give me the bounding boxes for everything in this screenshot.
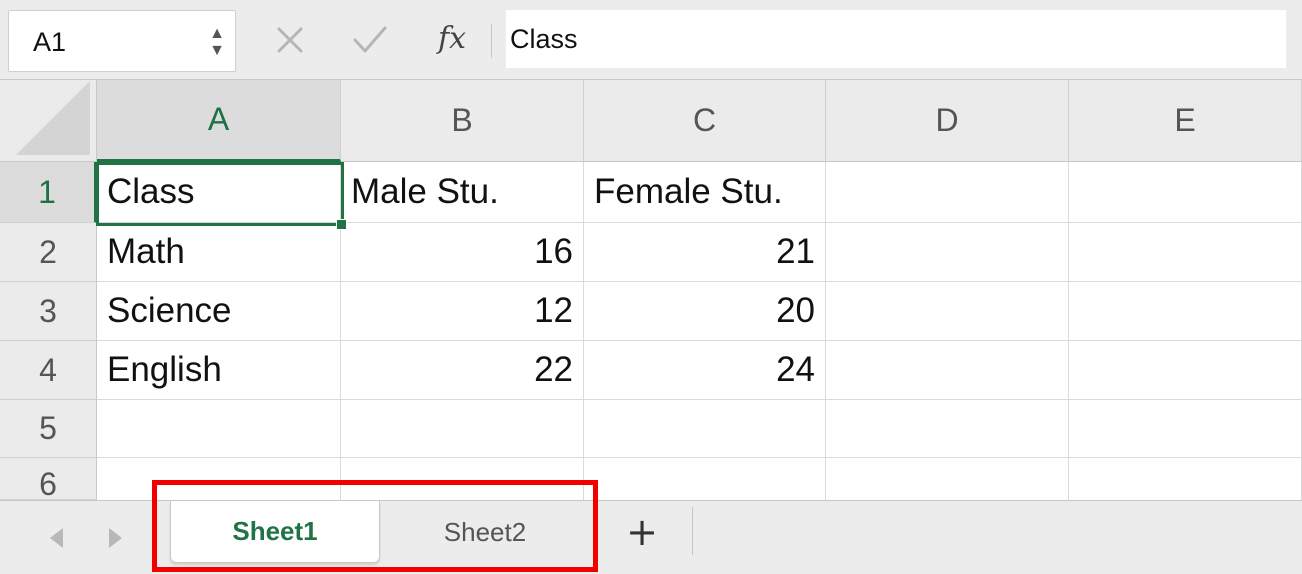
cell-a1[interactable]: Class	[97, 162, 341, 223]
cell-c5[interactable]	[584, 400, 826, 458]
cell-e5[interactable]	[1069, 400, 1302, 458]
row-header-6[interactable]: 6	[0, 458, 97, 502]
cancel-icon[interactable]	[270, 20, 310, 60]
cell-e1[interactable]	[1069, 162, 1302, 223]
cell-a3[interactable]: Science	[97, 282, 341, 341]
cell-a5[interactable]	[97, 400, 341, 458]
cell-a4[interactable]: English	[97, 341, 341, 400]
column-header-b[interactable]: B	[341, 80, 584, 162]
cell-e4[interactable]	[1069, 341, 1302, 400]
cell-a6[interactable]	[97, 458, 341, 500]
column-header-d[interactable]: D	[826, 80, 1069, 162]
row-header-3[interactable]: 3	[0, 282, 97, 341]
cell-c3[interactable]: 20	[584, 282, 826, 341]
nav-prev-icon[interactable]	[44, 523, 68, 553]
cell-b5[interactable]	[341, 400, 584, 458]
name-box[interactable]: A1 ▲ ▼	[8, 10, 236, 72]
formula-bar: A1 ▲ ▼ fx	[0, 0, 1302, 80]
cell-c1[interactable]: Female Stu.	[584, 162, 826, 223]
cell-c6[interactable]	[584, 458, 826, 500]
cell-d1[interactable]	[826, 162, 1069, 223]
cell-d4[interactable]	[826, 341, 1069, 400]
formula-input[interactable]	[506, 10, 1286, 68]
column-header-e[interactable]: E	[1069, 80, 1302, 162]
stepper-up-icon[interactable]: ▲	[205, 25, 229, 42]
row-header-2[interactable]: 2	[0, 223, 97, 282]
column-header-c[interactable]: C	[584, 80, 826, 162]
cell-e6[interactable]	[1069, 458, 1302, 500]
cell-d3[interactable]	[826, 282, 1069, 341]
tab-sheet1[interactable]: Sheet1	[170, 501, 380, 563]
stepper-down-icon[interactable]: ▼	[205, 42, 229, 59]
cell-e2[interactable]	[1069, 223, 1302, 282]
select-all-triangle-icon	[16, 81, 90, 155]
name-box-stepper[interactable]: ▲ ▼	[205, 25, 229, 61]
cell-d6[interactable]	[826, 458, 1069, 500]
cell-d5[interactable]	[826, 400, 1069, 458]
select-all-corner[interactable]	[0, 80, 97, 162]
cell-c2[interactable]: 21	[584, 223, 826, 282]
sheet-tab-bar: Sheet1 Sheet2 +	[0, 500, 1302, 574]
confirm-icon[interactable]	[348, 20, 392, 60]
fx-icon[interactable]: fx	[428, 18, 476, 58]
column-header-a[interactable]: A	[97, 80, 341, 162]
cell-b6[interactable]	[341, 458, 584, 500]
row-header-4[interactable]: 4	[0, 341, 97, 400]
cell-b1[interactable]: Male Stu.	[341, 162, 584, 223]
spreadsheet-grid: A B C D E 1 2 3 4 5 6 Class Male Stu. Fe…	[0, 80, 1302, 502]
add-sheet-icon[interactable]: +	[612, 507, 672, 557]
cell-b4[interactable]: 22	[341, 341, 584, 400]
tab-divider	[594, 507, 595, 555]
cell-b2[interactable]: 16	[341, 223, 584, 282]
name-box-value: A1	[33, 27, 67, 57]
tab-sheet2[interactable]: Sheet2	[382, 501, 588, 563]
cell-d2[interactable]	[826, 223, 1069, 282]
cell-a2[interactable]: Math	[97, 223, 341, 282]
cell-b3[interactable]: 12	[341, 282, 584, 341]
tab-divider	[692, 507, 693, 555]
cell-c4[interactable]: 24	[584, 341, 826, 400]
nav-next-icon[interactable]	[104, 523, 128, 553]
fill-handle[interactable]	[336, 219, 347, 230]
cell-e3[interactable]	[1069, 282, 1302, 341]
row-header-5[interactable]: 5	[0, 400, 97, 458]
row-header-1[interactable]: 1	[0, 162, 97, 223]
formula-divider	[491, 24, 492, 58]
